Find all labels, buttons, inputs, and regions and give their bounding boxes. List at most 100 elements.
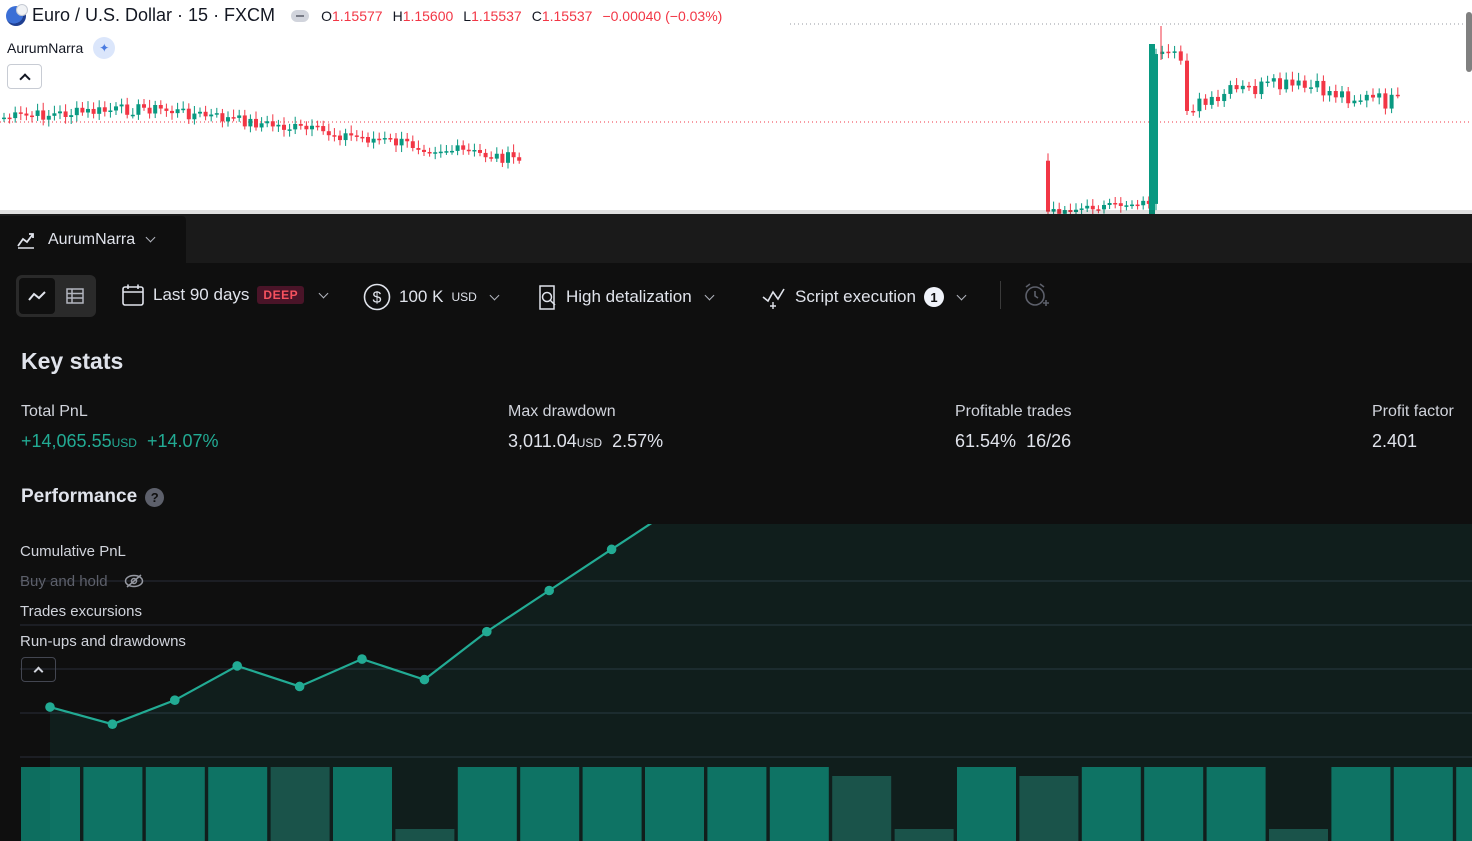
stat-profit-factor-value: 2.401	[1372, 431, 1418, 451]
candle-body	[192, 113, 197, 120]
candle-body	[472, 149, 477, 152]
legend-buy-and-hold-label: Buy and hold	[20, 572, 108, 590]
candle-body	[1253, 86, 1258, 95]
price-chart[interactable]: Euro / U.S. Dollar · 15 · FXCM O1.15577 …	[0, 0, 1472, 214]
candle-body	[175, 109, 180, 114]
execution-label: Script execution	[795, 287, 916, 306]
stat-total-pnl-value-row: +14,065.55USD +14.07%	[21, 431, 219, 452]
candle-body	[455, 145, 460, 151]
collapse-legend-button[interactable]	[7, 64, 42, 89]
candle-body	[343, 133, 348, 141]
performance-chart[interactable]	[0, 524, 1472, 841]
legend-buy-and-hold[interactable]: Buy and hold	[20, 566, 186, 596]
candle-body	[1364, 94, 1369, 101]
candle-body	[203, 111, 208, 117]
help-icon[interactable]: ?	[145, 487, 165, 507]
legend-trades-excursions-label: Trades excursions	[20, 602, 142, 620]
collapse-legend-button[interactable]	[21, 657, 56, 682]
capital-selector[interactable]: $ 100 K USD	[363, 283, 500, 311]
candle-body	[198, 111, 202, 114]
table-view-button[interactable]	[57, 278, 93, 314]
tester-toolbar: Last 90 days DEEP $ 100 K USD High detal…	[16, 275, 1456, 317]
candle-body	[399, 138, 404, 146]
market-status-icon[interactable]	[291, 9, 310, 22]
candlestick-chart[interactable]	[0, 0, 1472, 214]
stat-max-dd-value: 3,011.04	[508, 431, 577, 451]
candle-body	[1395, 94, 1400, 97]
price-scrollbar[interactable]	[1466, 12, 1472, 72]
candle-body	[136, 104, 141, 115]
candle-body	[1185, 60, 1189, 111]
candle-body	[1389, 94, 1394, 109]
stat-max-dd-label: Max drawdown	[508, 403, 616, 420]
candle-body	[237, 115, 242, 118]
candle-body	[13, 112, 18, 119]
candle-body	[276, 124, 281, 127]
chevron-up-icon	[33, 666, 44, 677]
indicator-legend[interactable]: AurumNarra ✦	[7, 37, 116, 59]
stat-total-pnl-label: Total PnL	[21, 403, 88, 420]
candle-body	[119, 104, 124, 107]
candle-body	[444, 151, 449, 153]
ai-sparkle-icon[interactable]: ✦	[93, 37, 116, 59]
candle-body	[52, 113, 57, 116]
legend-cumulative-pnl[interactable]: Cumulative PnL	[20, 536, 186, 566]
candle-body	[450, 150, 454, 153]
candle-body	[478, 149, 482, 153]
candle-body	[2, 117, 6, 120]
candle-body	[1284, 79, 1289, 90]
period-selector[interactable]: Last 90 days DEEP	[121, 283, 329, 307]
candle-body	[1278, 78, 1282, 90]
stat-profit-factor: Profit factor 2.401	[1372, 403, 1454, 452]
candle-body	[321, 126, 326, 132]
chevron-down-icon	[489, 290, 500, 300]
eye-off-icon[interactable]	[124, 574, 144, 588]
detalization-selector[interactable]: High detalization	[536, 283, 715, 311]
capital-unit: USD	[451, 290, 477, 304]
candle-body	[1271, 78, 1276, 82]
candle-body	[388, 138, 393, 140]
tab-strategy[interactable]: AurumNarra	[0, 216, 186, 263]
candle-body	[1321, 80, 1326, 96]
tester-tab-strip: AurumNarra	[0, 214, 1472, 263]
indicator-name[interactable]: AurumNarra	[7, 40, 83, 56]
stat-total-pnl-unit: USD	[111, 436, 137, 450]
candle-body	[349, 133, 354, 136]
candle-body	[1352, 100, 1357, 104]
ohlc-c-label: C	[531, 7, 542, 24]
candle-body	[1135, 204, 1140, 207]
chart-view-button[interactable]	[19, 278, 55, 314]
script-execution-selector[interactable]: Script execution 1	[761, 283, 967, 311]
candle-body	[1228, 85, 1233, 94]
symbol-title[interactable]: Euro / U.S. Dollar · 15 · FXCM	[32, 5, 275, 26]
candle-body	[410, 141, 415, 148]
candle-body	[1124, 205, 1129, 207]
candle-body	[1113, 202, 1118, 205]
legend-trades-excursions[interactable]: Trades excursions	[20, 596, 186, 626]
candle-body	[1191, 110, 1196, 113]
legend-runups-drawdowns[interactable]: Run-ups and drawdowns	[20, 626, 186, 656]
candle-body	[259, 123, 264, 128]
candle-body	[1102, 204, 1106, 210]
pnl-point	[419, 674, 430, 685]
candle-body	[1130, 204, 1134, 207]
candle-body	[1197, 98, 1202, 112]
candle-body	[326, 131, 331, 136]
candle-body	[382, 138, 387, 140]
candle-body	[405, 138, 410, 142]
candle-body	[108, 110, 113, 112]
candle-body	[114, 106, 118, 111]
candle-body	[466, 149, 471, 152]
ohlc-values: O1.15577 H1.15600 L1.15537 C1.15537 −0.0…	[321, 8, 722, 24]
candle-body	[7, 117, 12, 120]
candle-body	[91, 108, 96, 114]
performance-title: Performance ?	[21, 486, 165, 508]
stat-profitable-trades: Profitable trades 61.54% 16/26	[955, 403, 1072, 452]
candle-body	[209, 114, 214, 117]
pnl-point	[170, 695, 180, 705]
add-alert-button[interactable]	[1022, 281, 1050, 309]
candle-body	[1290, 79, 1295, 86]
pnl-point	[45, 702, 55, 712]
capital-label: 100 K	[399, 287, 444, 306]
candle-body	[74, 107, 79, 116]
